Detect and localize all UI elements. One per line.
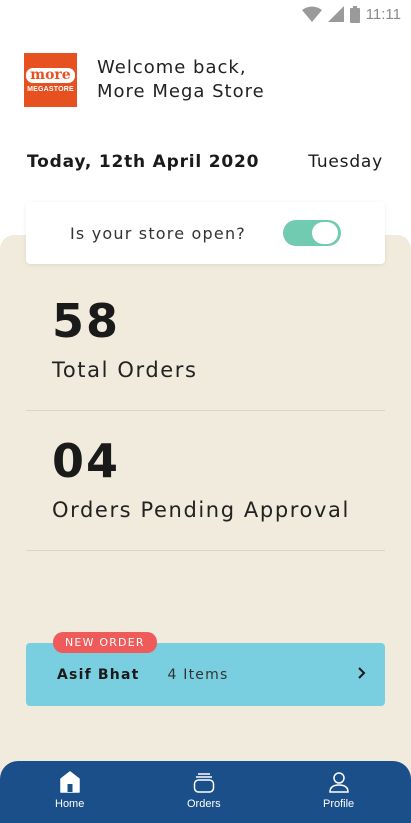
divider <box>26 410 385 411</box>
divider <box>26 550 385 551</box>
header: more MEGASTORE Welcome back, More Mega S… <box>24 53 265 107</box>
pending-orders-stat: 04 Orders Pending Approval <box>52 436 350 522</box>
signal-icon <box>327 6 344 22</box>
nav-orders-label: Orders <box>187 798 221 810</box>
total-orders-value: 58 <box>52 294 121 348</box>
toggle-knob <box>312 222 338 244</box>
store-open-toggle[interactable] <box>283 220 341 246</box>
order-customer-name: Asif Bhat <box>57 666 140 683</box>
pending-orders-label: Orders Pending Approval <box>52 498 350 522</box>
weekday: Tuesday <box>308 152 383 172</box>
battery-icon <box>349 5 360 23</box>
status-bar: 11:11 <box>0 0 411 28</box>
nav-home-label: Home <box>55 798 85 810</box>
date-row: Today, 12th April 2020 Tuesday <box>27 152 383 172</box>
order-item-count: 4 Items <box>167 666 229 683</box>
welcome-text: Welcome back, More Mega Store <box>97 56 265 104</box>
logo-text-top: more <box>26 67 75 83</box>
pending-orders-value: 04 <box>52 434 121 488</box>
welcome-line-2: More Mega Store <box>97 81 265 102</box>
store-open-card: Is your store open? <box>26 202 385 264</box>
total-orders-stat: 58 Total Orders <box>52 296 198 382</box>
orders-icon <box>193 773 215 793</box>
total-orders-label: Total Orders <box>52 358 198 382</box>
store-open-question: Is your store open? <box>70 223 246 243</box>
new-order-badge: NEW ORDER <box>53 632 157 653</box>
user-icon <box>328 772 349 793</box>
store-logo: more MEGASTORE <box>24 53 77 107</box>
nav-profile[interactable]: Profile <box>323 771 354 810</box>
bottom-navigation: Home Orders Profile <box>0 761 411 823</box>
logo-text-bottom: MEGASTORE <box>27 85 74 93</box>
chevron-right-icon <box>358 667 366 679</box>
nav-profile-label: Profile <box>323 798 355 810</box>
today-date: Today, 12th April 2020 <box>27 152 260 172</box>
nav-home[interactable]: Home <box>55 771 84 810</box>
welcome-line-1: Welcome back, <box>97 57 247 78</box>
nav-orders[interactable]: Orders <box>187 771 221 810</box>
home-icon <box>59 771 80 793</box>
wifi-icon <box>301 6 322 22</box>
status-time: 11:11 <box>365 5 401 23</box>
